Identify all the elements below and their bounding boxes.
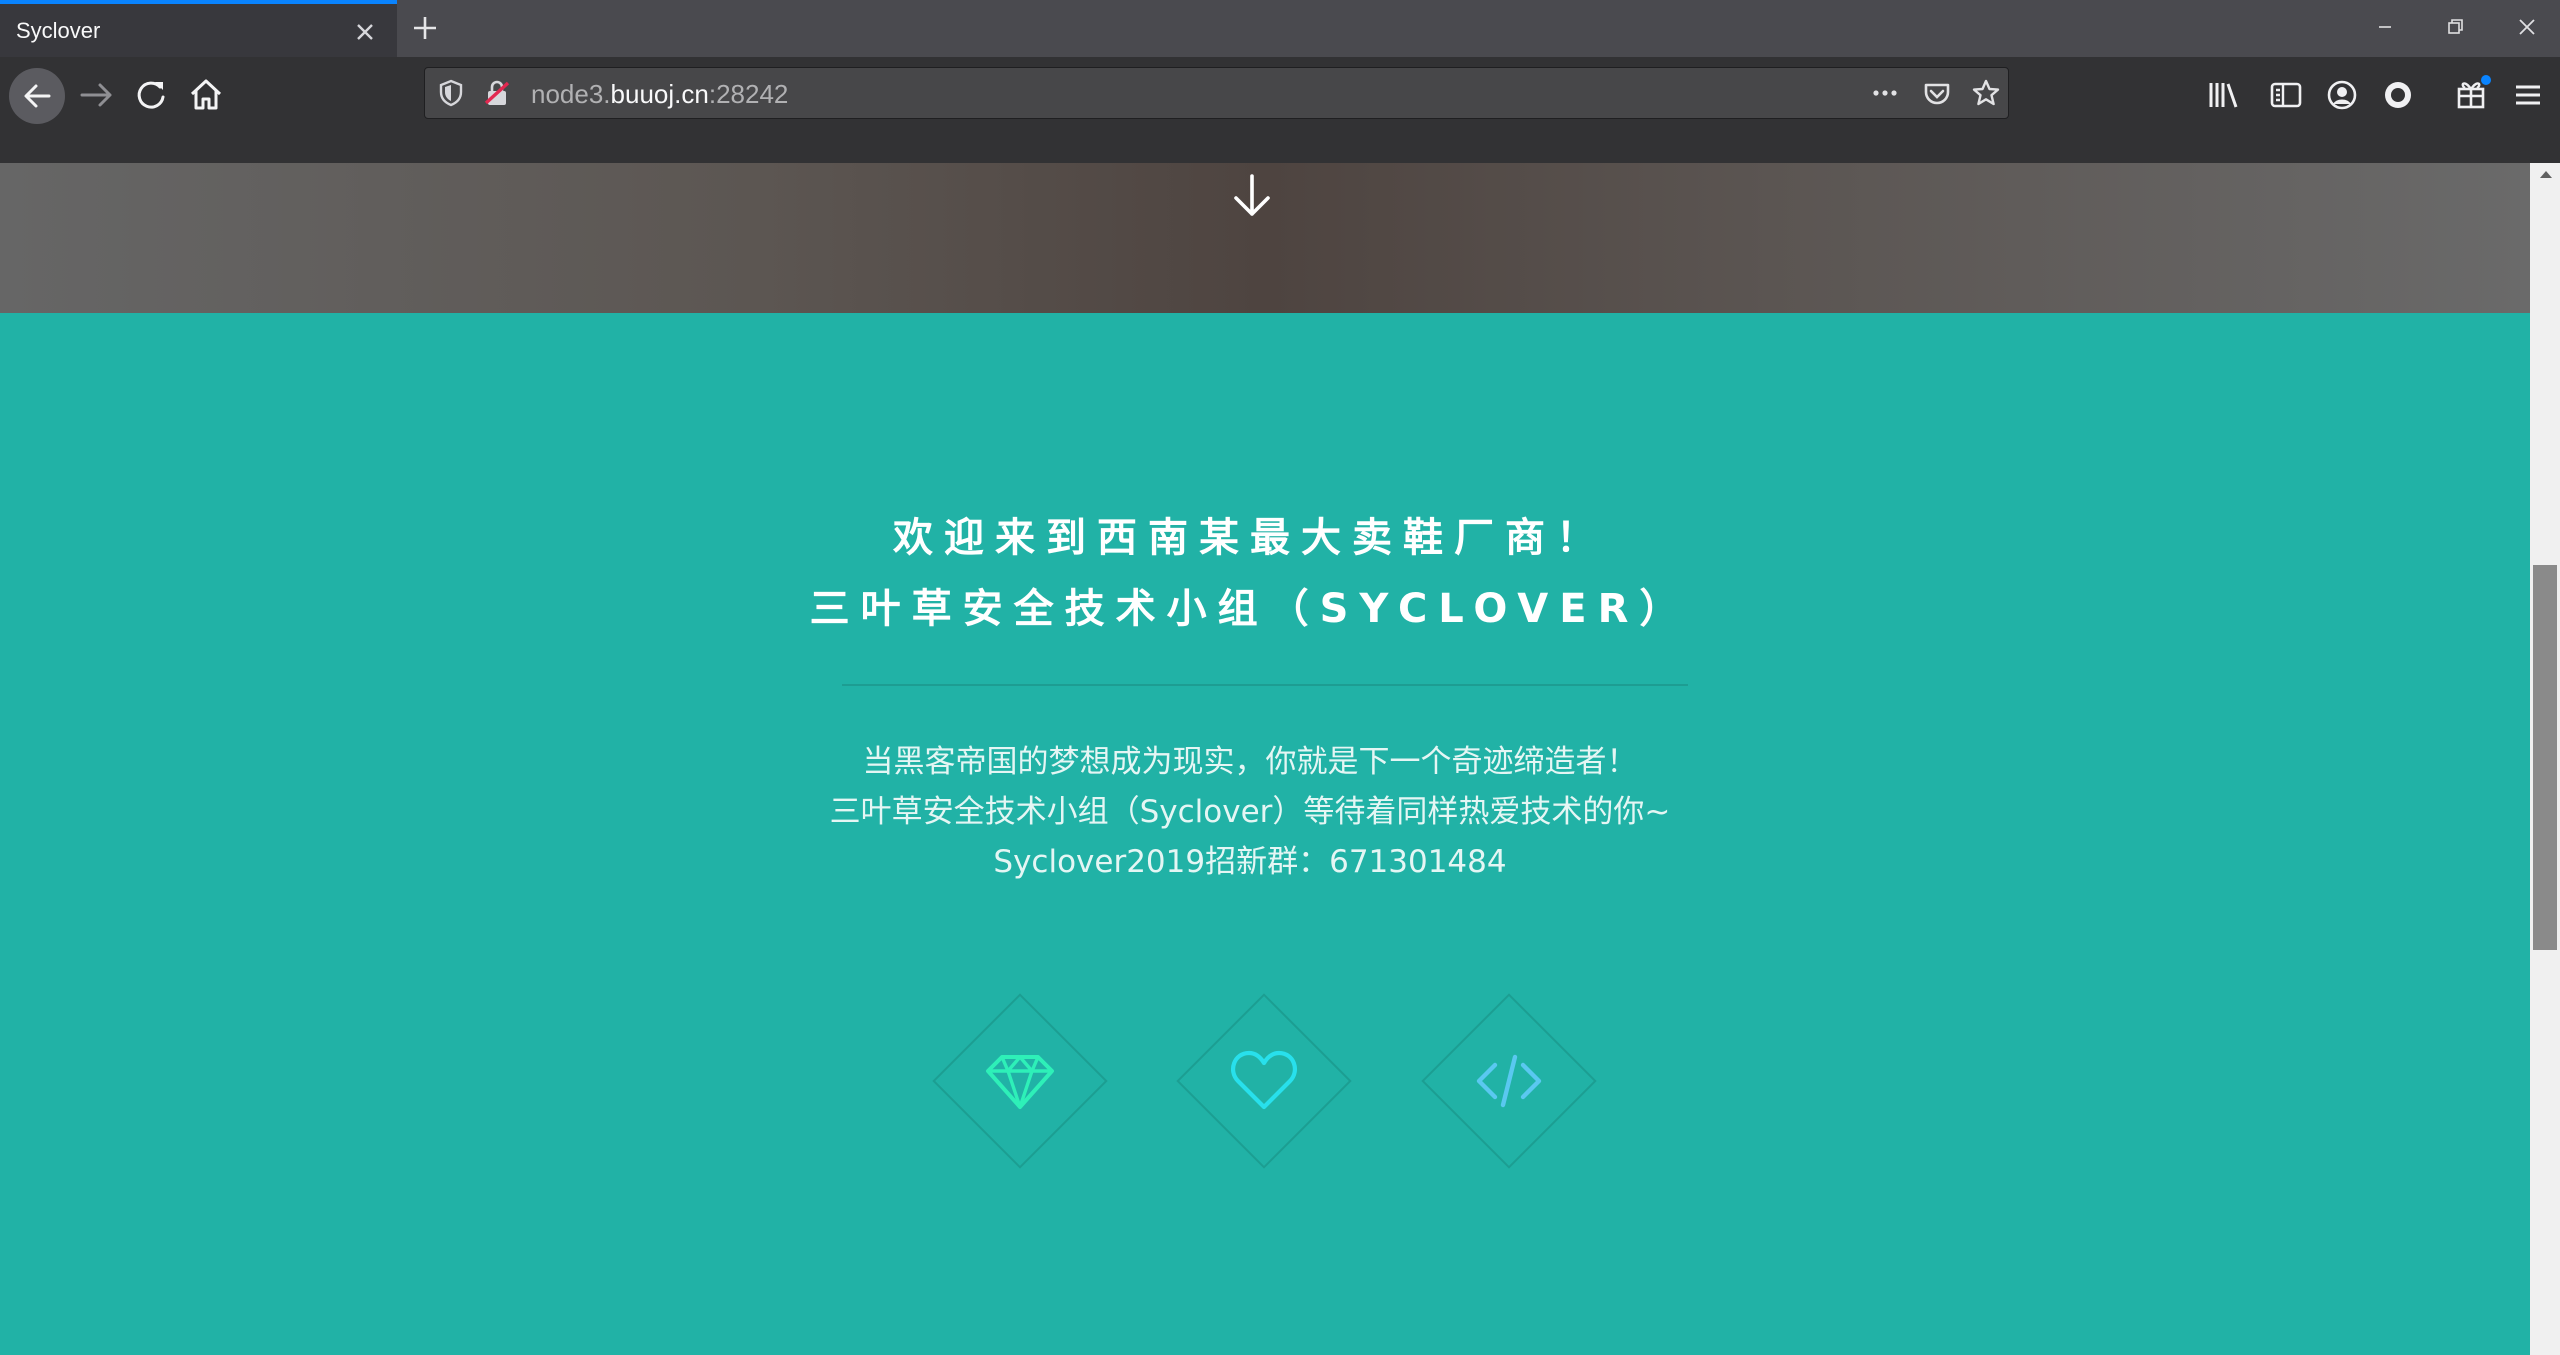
page-subtitle: 三叶草安全技术小组（SYCLOVER） <box>809 586 1691 632</box>
url-bar[interactable]: node3.buuoj.cn:28242 <box>424 67 2009 119</box>
scroll-down-arrow-icon[interactable] <box>1230 172 1274 220</box>
account-icon[interactable] <box>2322 75 2362 115</box>
intro-text-1: 当黑客帝国的梦想成为现实，你就是下一个奇迹缔造者！ <box>862 744 1638 780</box>
home-icon[interactable] <box>181 70 231 120</box>
scrollbar-thumb[interactable] <box>2533 565 2557 950</box>
library-icon[interactable] <box>2204 75 2244 115</box>
recruit-group-text: Syclover2019招新群：671301484 <box>993 844 1507 880</box>
diamond-icon <box>986 1055 1054 1109</box>
restore-icon[interactable] <box>2440 12 2470 42</box>
reload-icon[interactable] <box>126 70 176 120</box>
heart-icon <box>1231 1050 1297 1110</box>
pocket-icon[interactable] <box>1921 77 1953 109</box>
new-tab-icon[interactable] <box>410 13 440 43</box>
intro-section <box>0 313 2530 1355</box>
shield-icon[interactable] <box>435 77 467 109</box>
sidebar-icon[interactable] <box>2266 75 2306 115</box>
url-host: buuoj.cn <box>610 79 709 109</box>
more-icon[interactable] <box>1869 77 1901 109</box>
back-icon <box>24 84 51 108</box>
menu-icon[interactable] <box>2508 75 2548 115</box>
page-title: 欢迎来到西南某最大卖鞋厂商！ <box>893 515 1607 561</box>
bookmark-star-icon[interactable] <box>1970 77 2002 109</box>
intro-text-2: 三叶草安全技术小组（Syclover）等待着同样热爱技术的你~ <box>829 794 1671 830</box>
minimize-icon[interactable] <box>2370 12 2400 42</box>
tab-title: Syclover <box>16 18 101 43</box>
code-icon <box>1476 1054 1542 1108</box>
tab-syclover[interactable]: Syclover <box>0 0 397 57</box>
divider <box>842 684 1688 686</box>
url-text[interactable]: node3.buuoj.cn:28242 <box>531 79 788 110</box>
forward-icon[interactable] <box>72 70 122 120</box>
close-tab-icon[interactable] <box>352 19 378 45</box>
url-prefix: node3. <box>531 79 611 109</box>
extension-icon[interactable] <box>2378 75 2418 115</box>
tab-strip: Syclover <box>0 0 2560 57</box>
scroll-up-arrow-icon[interactable] <box>2537 167 2555 181</box>
url-port: :28242 <box>708 79 789 109</box>
close-window-icon[interactable] <box>2512 12 2542 42</box>
back-button[interactable] <box>9 68 65 124</box>
insecure-lock-icon[interactable] <box>481 77 513 109</box>
whats-new-icon[interactable] <box>2450 71 2494 115</box>
